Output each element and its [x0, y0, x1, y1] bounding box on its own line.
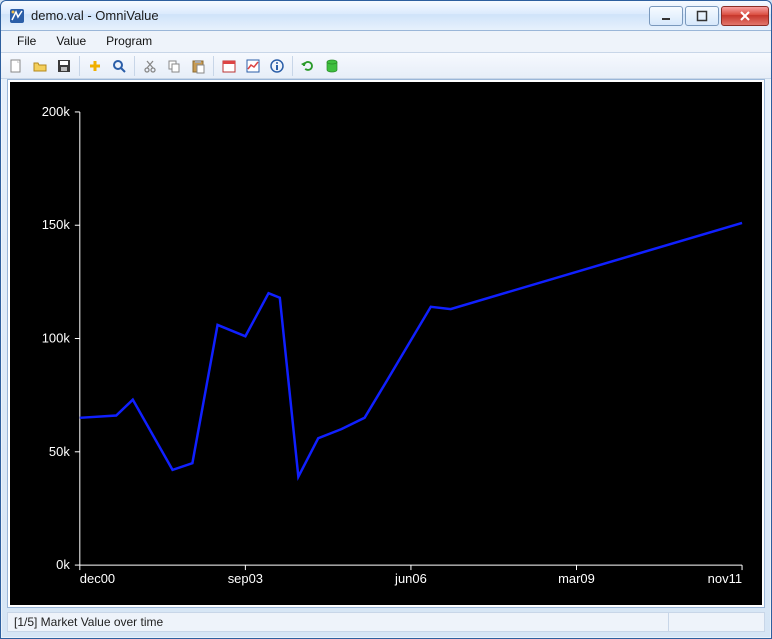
svg-text:200k: 200k: [42, 104, 71, 119]
toolbar-separator: [134, 56, 135, 76]
chart-canvas: 0k 50k 100k 150k 200k dec00 sep03 jun06 mar09 nov…: [10, 82, 762, 605]
status-text: [1/5] Market Value over time: [14, 615, 163, 629]
svg-text:100k: 100k: [42, 330, 71, 345]
calendar-icon[interactable]: [218, 55, 240, 77]
toolbar-separator: [213, 56, 214, 76]
save-icon[interactable]: [53, 55, 75, 77]
svg-text:nov11: nov11: [708, 571, 742, 586]
find-icon[interactable]: [108, 55, 130, 77]
menu-value[interactable]: Value: [46, 31, 96, 52]
window-title: demo.val - OmniValue: [31, 8, 159, 23]
toolbar-separator: [79, 56, 80, 76]
chart-icon[interactable]: [242, 55, 264, 77]
titlebar[interactable]: demo.val - OmniValue: [1, 1, 771, 31]
close-button[interactable]: [721, 6, 769, 26]
app-icon: [9, 8, 25, 24]
add-icon[interactable]: [84, 55, 106, 77]
svg-text:dec00: dec00: [80, 571, 115, 586]
paste-icon[interactable]: [187, 55, 209, 77]
svg-text:jun06: jun06: [394, 571, 427, 586]
database-icon[interactable]: [321, 55, 343, 77]
open-icon[interactable]: [29, 55, 51, 77]
cut-icon[interactable]: [139, 55, 161, 77]
menubar: File Value Program: [1, 31, 771, 53]
status-right-pane: [668, 613, 758, 631]
toolbar: [1, 53, 771, 79]
toolbar-separator: [292, 56, 293, 76]
copy-icon[interactable]: [163, 55, 185, 77]
svg-text:mar09: mar09: [558, 571, 595, 586]
app-window: demo.val - OmniValue File Value Program: [0, 0, 772, 639]
content-area: 0k 50k 100k 150k 200k dec00 sep03 jun06 mar09 nov…: [7, 79, 765, 608]
menu-file[interactable]: File: [7, 31, 46, 52]
maximize-button[interactable]: [685, 6, 719, 26]
refresh-icon[interactable]: [297, 55, 319, 77]
window-controls: [649, 6, 769, 26]
svg-text:0k: 0k: [56, 557, 70, 572]
info-icon[interactable]: [266, 55, 288, 77]
svg-text:150k: 150k: [42, 217, 71, 232]
line-chart: 0k 50k 100k 150k 200k dec00 sep03 jun06 mar09 nov…: [10, 82, 762, 605]
svg-text:50k: 50k: [49, 444, 70, 459]
new-icon[interactable]: [5, 55, 27, 77]
titlebar-left: demo.val - OmniValue: [9, 8, 159, 24]
minimize-button[interactable]: [649, 6, 683, 26]
statusbar: [1/5] Market Value over time: [7, 612, 765, 632]
svg-text:sep03: sep03: [228, 571, 263, 586]
menu-program[interactable]: Program: [96, 31, 162, 52]
